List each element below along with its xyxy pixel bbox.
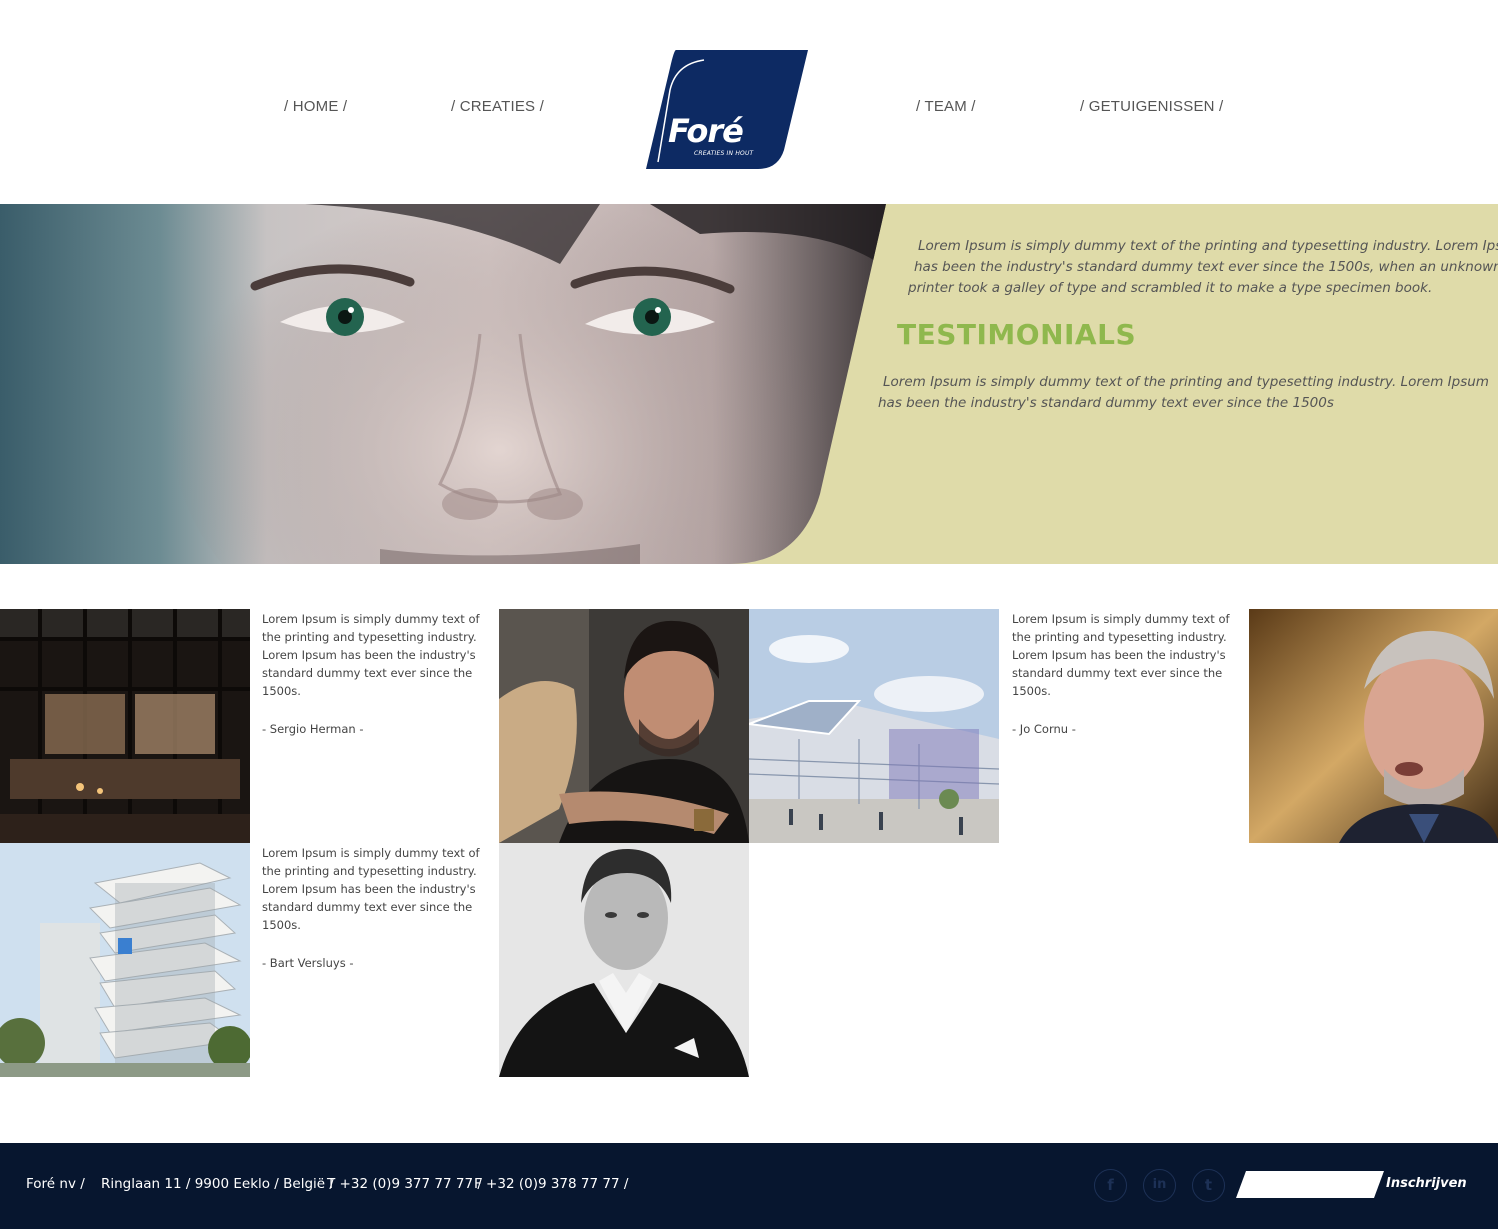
station-building-image[interactable] [749, 609, 999, 843]
logo-wordmark: Foré [668, 112, 744, 150]
linkedin-icon[interactable]: in [1143, 1169, 1176, 1202]
testimonial-text: Lorem Ipsum is simply dummy text of the … [262, 846, 480, 932]
hero-portrait-image [0, 204, 886, 564]
speaker-portrait-image[interactable] [1249, 609, 1498, 843]
hero-body-text: Lorem Ipsum is simply dummy text of the … [878, 372, 1489, 414]
site-footer: Foré nv / Ringlaan 11 / 9900 Eeklo / Bel… [0, 1143, 1498, 1229]
restaurant-interior-image[interactable] [0, 609, 250, 843]
subscribe-button[interactable]: Inschrijven [1386, 1176, 1467, 1191]
twitter-icon[interactable]: t [1192, 1169, 1225, 1202]
hero-body-line: Lorem Ipsum is simply dummy text of the … [883, 374, 1489, 390]
testimonial-text: Lorem Ipsum is simply dummy text of the … [262, 612, 480, 698]
hero-intro-line: has been the industry's standard dummy t… [914, 259, 1498, 275]
hero-intro-text: Lorem Ipsum is simply dummy text of the … [908, 236, 1498, 299]
footer-address: Ringlaan 11 / 9900 Eeklo / België / [101, 1176, 334, 1192]
testimonial-quote: Lorem Ipsum is simply dummy text of the … [262, 844, 492, 972]
testimonial-quote: Lorem Ipsum is simply dummy text of the … [1012, 610, 1242, 738]
chef-portrait-image[interactable] [499, 609, 749, 843]
site-header: / HOME / / CREATIES / Foré CREATIES IN H… [0, 0, 1498, 204]
footer-phone: T +32 (0)9 377 77 77 / [327, 1176, 482, 1192]
facebook-icon[interactable]: f [1094, 1169, 1127, 1202]
designer-portrait-image[interactable] [499, 843, 749, 1077]
nav-getuigenissen[interactable]: / GETUIGENISSEN / [1080, 98, 1223, 115]
testimonial-author: - Bart Versluys - [262, 956, 354, 970]
testimonial-author: - Jo Cornu - [1012, 722, 1076, 736]
tower-building-image[interactable] [0, 843, 250, 1077]
logo-tagline: CREATIES IN HOUT [694, 150, 754, 157]
footer-company: Foré nv / [26, 1176, 85, 1192]
newsletter-email-field[interactable] [1236, 1171, 1384, 1198]
testimonial-author: - Sergio Herman - [262, 722, 364, 736]
nav-creaties[interactable]: / CREATIES / [451, 98, 544, 115]
fore-logo[interactable]: Foré CREATIES IN HOUT [646, 50, 808, 169]
page-title: TESTIMONIALS [897, 318, 1137, 351]
nav-team[interactable]: / TEAM / [916, 98, 976, 115]
hero-intro-line: Lorem Ipsum is simply dummy text of the … [918, 238, 1498, 254]
hero-intro-line: printer took a galley of type and scramb… [908, 280, 1433, 296]
testimonial-quote: Lorem Ipsum is simply dummy text of the … [262, 610, 492, 738]
hero-banner: Lorem Ipsum is simply dummy text of the … [0, 204, 1498, 564]
hero-body-line: has been the industry's standard dummy t… [878, 395, 1334, 411]
footer-fax: F +32 (0)9 378 77 77 / [474, 1176, 629, 1192]
nav-home[interactable]: / HOME / [284, 98, 347, 115]
testimonial-text: Lorem Ipsum is simply dummy text of the … [1012, 612, 1230, 698]
